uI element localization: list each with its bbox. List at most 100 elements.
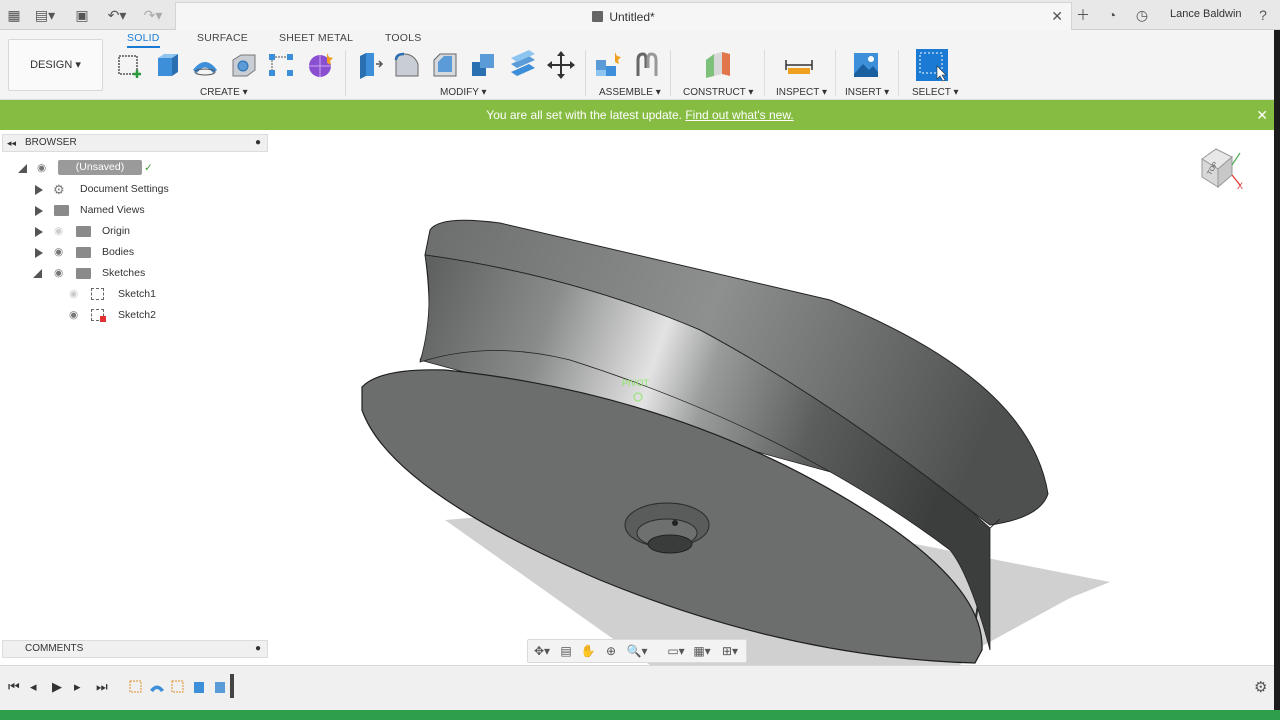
document-tab[interactable]: Untitled* ✕	[175, 2, 1072, 30]
timeline-sketch-icon[interactable]	[170, 679, 186, 695]
assemble-menu[interactable]: ASSEMBLE ▾	[599, 87, 661, 98]
browser-pin-icon[interactable]: ●	[255, 135, 261, 151]
whats-new-link[interactable]: Find out what's new.	[685, 108, 793, 122]
offset-plane-icon[interactable]	[702, 50, 732, 80]
viewports-icon[interactable]: ⊞▾	[718, 644, 742, 658]
active-check-icon[interactable]: ✓	[144, 158, 153, 179]
clock-icon[interactable]: ◷	[1133, 6, 1151, 24]
toolbar-separator	[898, 50, 899, 96]
go-to-start-icon[interactable]: ⏮	[8, 679, 20, 695]
grid-settings-icon[interactable]: ▦▾	[690, 644, 714, 658]
tree-item-sketch2[interactable]: ◉ Sketch2	[2, 305, 268, 326]
view-cube[interactable]: TOP X	[1201, 148, 1243, 191]
expand-triangle-icon[interactable]	[35, 227, 43, 237]
orbit-icon[interactable]: ✥▾	[531, 644, 553, 658]
tree-item-bodies[interactable]: ◉ Bodies	[2, 242, 268, 263]
comments-panel[interactable]: COMMENTS ●	[2, 640, 268, 658]
collapse-panel-icon[interactable]: ◂◂	[7, 135, 16, 151]
tree-item-sketch1[interactable]: ◉ Sketch1	[2, 284, 268, 305]
combine-icon[interactable]	[507, 50, 537, 80]
tab-tools[interactable]: TOOLS	[385, 32, 421, 44]
select-menu[interactable]: SELECT ▾	[912, 87, 959, 98]
pivot-label: PIVOT	[622, 378, 650, 388]
timeline-marker[interactable]	[230, 674, 234, 698]
user-name[interactable]: Lance Baldwin	[1170, 8, 1242, 20]
revolve-icon[interactable]	[190, 50, 220, 80]
tree-item-origin[interactable]: ◉ Origin	[2, 221, 268, 242]
insert-menu[interactable]: INSERT ▾	[845, 87, 889, 98]
timeline-sketch-icon[interactable]	[128, 679, 144, 695]
step-forward-icon[interactable]: ▸	[74, 679, 81, 695]
redo-icon[interactable]: ↷▾	[140, 6, 166, 24]
timeline-feature-icon[interactable]	[212, 679, 228, 695]
zoom-icon[interactable]: ⊕	[603, 644, 619, 658]
new-tab-icon[interactable]: ＋	[1074, 6, 1092, 24]
measure-icon[interactable]	[784, 50, 814, 80]
navigation-bar: ✥▾ ▤ ✋ ⊕ 🔍▾ ▭▾ ▦▾ ⊞▾	[527, 639, 747, 663]
visibility-eye-icon[interactable]: ◉	[54, 263, 63, 284]
browser-header[interactable]: ◂◂ BROWSER ●	[2, 134, 268, 152]
tree-root[interactable]: ◉ (Unsaved) ✓	[2, 158, 268, 179]
visibility-eye-icon[interactable]: ◉	[37, 158, 46, 179]
fillet-icon[interactable]	[392, 50, 422, 80]
close-tab-icon[interactable]: ✕	[1051, 8, 1063, 25]
joint-icon[interactable]	[632, 50, 662, 80]
tree-item-sketches[interactable]: ◉ Sketches	[2, 263, 268, 284]
hole-icon[interactable]	[229, 50, 259, 80]
timeline-revolve-icon[interactable]	[149, 679, 165, 695]
timeline-extrude-icon[interactable]	[191, 679, 207, 695]
hidden-eye-icon[interactable]: ◉	[69, 284, 78, 305]
step-back-icon[interactable]: ◂	[30, 679, 37, 695]
visibility-eye-icon[interactable]: ◉	[54, 242, 63, 263]
fusion-app: ▦ ▤▾ ▣ ↶▾ ↷▾ Untitled* ✕ ＋ ◔ ◷ Lance Bal…	[0, 0, 1280, 720]
app-grid-icon[interactable]: ▦	[6, 6, 22, 24]
expand-triangle-icon[interactable]	[35, 185, 43, 195]
play-icon[interactable]: ▶	[52, 679, 62, 695]
3d-viewport[interactable]: PIVOT TOP X	[270, 130, 1274, 665]
expand-triangle-icon[interactable]	[35, 248, 43, 258]
help-icon[interactable]: ?	[1254, 6, 1272, 24]
visibility-eye-icon[interactable]: ◉	[69, 305, 78, 326]
new-component-icon[interactable]	[593, 50, 623, 80]
timeline-settings-gear-icon[interactable]: ⚙	[1254, 678, 1267, 696]
expand-triangle-icon[interactable]	[35, 206, 43, 216]
select-icon[interactable]	[915, 48, 949, 82]
hidden-eye-icon[interactable]: ◉	[54, 221, 63, 242]
add-comment-icon[interactable]: ●	[255, 641, 261, 657]
workspace-switcher[interactable]: DESIGN ▾	[8, 39, 103, 91]
fit-icon[interactable]: 🔍▾	[625, 644, 649, 658]
create-form-icon[interactable]	[305, 50, 335, 80]
inspect-menu[interactable]: INSPECT ▾	[776, 87, 827, 98]
tab-surface[interactable]: SURFACE	[197, 32, 248, 44]
extrude-icon[interactable]	[152, 50, 182, 80]
move-icon[interactable]	[546, 50, 576, 80]
update-banner: You are all set with the latest update. …	[0, 100, 1280, 130]
banner-close-icon[interactable]: ✕	[1256, 100, 1268, 130]
toolbar-separator	[764, 50, 765, 96]
save-icon[interactable]: ▣	[74, 6, 90, 24]
display-settings-icon[interactable]: ▭▾	[664, 644, 688, 658]
create-sketch-icon[interactable]	[115, 50, 145, 80]
go-to-end-icon[interactable]: ⏭	[96, 679, 108, 695]
job-status-icon[interactable]: ◔	[1103, 6, 1121, 24]
collapse-triangle-icon[interactable]	[33, 269, 42, 278]
tree-item-document-settings[interactable]: ⚙ Document Settings	[2, 179, 268, 200]
tree-item-label: Named Views	[80, 204, 145, 216]
file-menu-icon[interactable]: ▤▾	[34, 6, 56, 24]
insert-image-icon[interactable]	[851, 50, 881, 80]
construct-menu[interactable]: CONSTRUCT ▾	[683, 87, 753, 98]
collapse-triangle-icon[interactable]	[18, 164, 27, 173]
tree-item-named-views[interactable]: Named Views	[2, 200, 268, 221]
undo-icon[interactable]: ↶▾	[104, 6, 130, 24]
tab-solid[interactable]: SOLID	[127, 32, 160, 48]
press-pull-icon[interactable]	[354, 50, 384, 80]
look-at-icon[interactable]: ▤	[558, 644, 574, 658]
folder-icon	[76, 268, 91, 279]
shell-icon[interactable]	[468, 50, 498, 80]
chamfer-icon[interactable]	[430, 50, 460, 80]
pan-icon[interactable]: ✋	[580, 644, 596, 658]
create-menu[interactable]: CREATE ▾	[200, 87, 248, 98]
modify-menu[interactable]: MODIFY ▾	[440, 87, 487, 98]
pattern-icon[interactable]	[266, 50, 296, 80]
tab-sheet-metal[interactable]: SHEET METAL	[279, 32, 353, 44]
